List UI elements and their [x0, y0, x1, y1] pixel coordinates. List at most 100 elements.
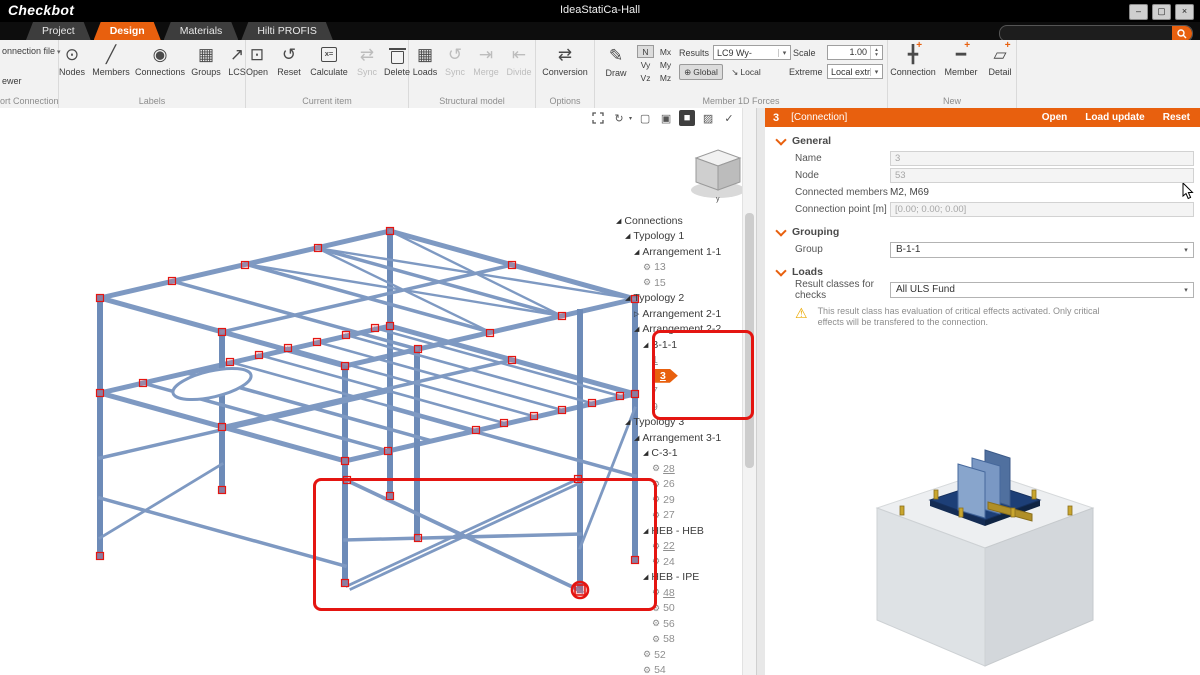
scrollbar-thumb[interactable] — [745, 213, 754, 468]
tree-item[interactable]: ⚙27 — [612, 508, 740, 524]
tree-expanded-icon[interactable]: ◢ — [643, 449, 648, 457]
tree-expanded-icon[interactable]: ◢ — [643, 573, 648, 581]
group-dropdown[interactable]: B-1-1▾ — [890, 242, 1194, 258]
tree-item[interactable]: ◢HEB - HEB — [612, 523, 740, 539]
tab-design[interactable]: Design — [94, 22, 161, 40]
tree-item[interactable]: ⚙24 — [612, 554, 740, 570]
tree-item[interactable]: ⚙15 — [612, 275, 740, 291]
model-viewport[interactable]: ↻ ▾ ▢ ▣ ■ ▨ ✓ ⌂ y ◢Connections◢Typology … — [0, 108, 756, 675]
tree-item[interactable]: ▷Arrangement 2-1 — [612, 306, 740, 322]
connection-point-field[interactable] — [890, 202, 1194, 217]
node-field[interactable] — [890, 168, 1194, 183]
panel-load-update-button[interactable]: Load update — [1085, 112, 1144, 123]
shaded-view-icon[interactable]: ▣ — [658, 110, 674, 126]
tree-item[interactable]: ⚙54 — [612, 663, 740, 675]
component-vz[interactable]: Vz — [637, 71, 654, 84]
tree-item[interactable]: 1 — [612, 353, 740, 369]
members-button[interactable]: ╱Members — [90, 42, 132, 77]
tree-item[interactable]: ◢Arrangement 2-2 — [612, 322, 740, 338]
solid-view-icon[interactable]: ■ — [679, 110, 695, 126]
rotate-view-icon[interactable]: ↻ — [611, 110, 627, 126]
viewer-label[interactable]: ewer — [2, 76, 22, 86]
calculate-button[interactable]: x=Calculate — [305, 42, 353, 77]
tree-item[interactable]: ⚙48 — [612, 585, 740, 601]
check-plates-icon[interactable]: ✓ — [721, 110, 737, 126]
spin-down-icon[interactable]: ▾ — [875, 53, 878, 58]
conversion-button[interactable]: ⇄Conversion — [537, 42, 593, 77]
component-my[interactable]: My — [657, 58, 674, 71]
section-general[interactable]: General — [777, 135, 1200, 147]
groups-button[interactable]: ▦Groups — [188, 42, 224, 77]
tree-expanded-icon[interactable]: ◢ — [643, 527, 648, 535]
tree-item[interactable]: ◢C-3-1 — [612, 446, 740, 462]
panel-reset-button[interactable]: Reset — [1163, 112, 1190, 123]
tree-item[interactable]: ◢Typology 3 — [612, 415, 740, 431]
section-loads[interactable]: Loads — [777, 266, 1200, 278]
extreme-dropdown[interactable]: Local extre... ▾ — [827, 64, 883, 79]
maximize-button[interactable]: ▢ — [1152, 4, 1171, 20]
search-input[interactable] — [1000, 27, 1172, 40]
tree-item[interactable]: 9 — [612, 399, 740, 415]
panel-open-button[interactable]: Open — [1042, 112, 1068, 123]
tree-item[interactable]: ◢Typology 1 — [612, 229, 740, 245]
tree-item[interactable]: 3 — [612, 368, 740, 384]
tree-collapsed-icon[interactable]: ▷ — [634, 310, 639, 318]
tree-item[interactable]: ⚙58 — [612, 632, 740, 648]
component-mx[interactable]: Mx — [657, 45, 674, 58]
tree-expanded-icon[interactable]: ◢ — [625, 418, 630, 426]
tree-item[interactable]: ⚙29 — [612, 492, 740, 508]
tree-expanded-icon[interactable]: ◢ — [634, 434, 639, 442]
tab-materials[interactable]: Materials — [164, 22, 239, 40]
tree-item[interactable]: ⚙56 — [612, 616, 740, 632]
tree-item[interactable]: ⚙13 — [612, 260, 740, 276]
connection-preview-3d[interactable] — [860, 438, 1120, 675]
import-file-label[interactable]: onnection file — [2, 46, 55, 56]
tab-project[interactable]: Project — [26, 22, 91, 40]
component-vy[interactable]: Vy — [637, 58, 654, 71]
chevron-down-icon[interactable]: ▾ — [629, 115, 632, 122]
tree-item[interactable]: 7 — [612, 384, 740, 400]
tree-scrollbar[interactable] — [742, 108, 756, 675]
selected-node-marker[interactable] — [572, 582, 588, 598]
local-button[interactable]: ↘ Local — [725, 64, 767, 80]
wireframe-view-icon[interactable]: ▢ — [637, 110, 653, 126]
scale-stepper[interactable]: 1.00 ▴▾ — [827, 45, 883, 60]
tree-item[interactable]: ◢Typology 2 — [612, 291, 740, 307]
tree-expanded-icon[interactable]: ◢ — [625, 294, 630, 302]
tree-item[interactable]: ◢Arrangement 1-1 — [612, 244, 740, 260]
global-button[interactable]: ⊕ Global — [679, 64, 723, 80]
connections-button[interactable]: ◉Connections — [132, 42, 188, 77]
result-classes-dropdown[interactable]: All ULS Fund▾ — [890, 282, 1194, 298]
new-detail-button[interactable]: ▱+ Detail — [982, 42, 1018, 77]
tree-expanded-icon[interactable]: ◢ — [634, 325, 639, 333]
new-member-button[interactable]: ━+ Member — [940, 42, 982, 77]
tree-expanded-icon[interactable]: ◢ — [616, 217, 621, 225]
transparent-view-icon[interactable]: ▨ — [700, 110, 716, 126]
tree-item[interactable]: ⚙28 — [612, 461, 740, 477]
tab-hilti-profis[interactable]: Hilti PROFIS — [241, 22, 333, 40]
minimize-button[interactable]: – — [1129, 4, 1148, 20]
tree-expanded-icon[interactable]: ◢ — [625, 232, 630, 240]
tree-item[interactable]: ⚙52 — [612, 647, 740, 663]
tree-item[interactable]: ◢Connections — [612, 213, 740, 229]
name-field[interactable] — [890, 151, 1194, 166]
close-button[interactable]: × — [1175, 4, 1194, 20]
loads-button[interactable]: ▦Loads — [409, 42, 441, 77]
component-n[interactable]: N — [637, 45, 654, 58]
tree-expanded-icon[interactable]: ◢ — [634, 248, 639, 256]
tree-item[interactable]: ⚙26 — [612, 477, 740, 493]
results-dropdown[interactable]: LC9 Wy- ▾ — [713, 45, 791, 60]
nodes-button[interactable]: ⊙Nodes — [54, 42, 90, 77]
search-button[interactable] — [1172, 26, 1192, 41]
component-mz[interactable]: Mz — [657, 71, 674, 84]
new-connection-button[interactable]: ╋+ Connection — [886, 42, 940, 77]
tree-item[interactable]: ◢Arrangement 3-1 — [612, 430, 740, 446]
tree-item[interactable]: ⚙22 — [612, 539, 740, 555]
tree-expanded-icon[interactable]: ◢ — [643, 341, 648, 349]
fit-view-icon[interactable] — [590, 110, 606, 126]
tree-item[interactable]: ◢HEB - IPE — [612, 570, 740, 586]
open-button[interactable]: ⊡Open — [241, 42, 273, 77]
reset-button[interactable]: ↺Reset — [273, 42, 305, 77]
draw-button[interactable]: ✎ Draw — [597, 43, 635, 78]
tree-item[interactable]: ◢B-1-1 — [612, 337, 740, 353]
